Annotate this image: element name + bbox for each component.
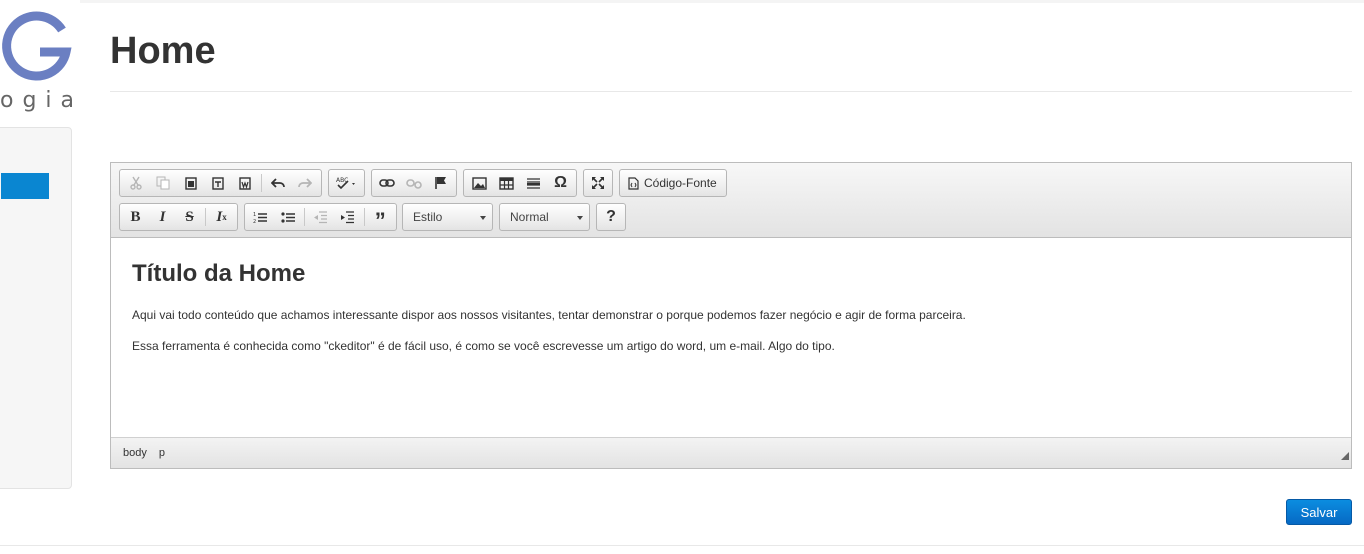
path-item-p[interactable]: p — [159, 447, 165, 459]
basic-styles-group: B I S Ix — [119, 203, 238, 231]
image-icon[interactable] — [466, 171, 493, 195]
paste-word-icon[interactable] — [232, 171, 259, 195]
help-group: ? — [596, 203, 626, 231]
horizontal-line-icon[interactable] — [520, 171, 547, 195]
anchor-flag-icon[interactable] — [427, 171, 454, 195]
redo-icon[interactable] — [292, 171, 319, 195]
source-button[interactable]: Código-Fonte — [622, 176, 723, 190]
page-title: Home — [110, 30, 216, 72]
logo-subtext: ogia — [0, 88, 80, 113]
unlink-icon[interactable] — [401, 171, 428, 195]
format-combo[interactable]: Normal — [499, 203, 590, 231]
source-group: Código-Fonte — [619, 169, 727, 197]
blockquote-icon[interactable]: ” — [367, 205, 394, 233]
toolbar-separator — [261, 174, 263, 192]
special-char-icon[interactable]: Ω — [547, 171, 574, 195]
sidebar-active-item[interactable] — [1, 173, 49, 199]
remove-format-icon[interactable]: Ix — [208, 205, 235, 229]
toolbar-separator — [363, 208, 365, 226]
chevron-down-icon — [577, 216, 583, 220]
svg-text:1: 1 — [253, 212, 256, 218]
help-icon[interactable]: ? — [599, 205, 623, 229]
toolbar-separator — [205, 208, 207, 226]
link-icon[interactable] — [374, 171, 401, 195]
paste-text-icon[interactable] — [204, 171, 231, 195]
clipboard-group — [119, 169, 322, 197]
editor-toolbar: ABC Ω Código-Fonte B I S I x 1 2 ” Estil… — [111, 163, 1351, 238]
rich-text-editor: ABC Ω Código-Fonte B I S I x 1 2 ” Estil… — [110, 162, 1352, 469]
toolbar-separator — [303, 208, 305, 226]
logo-g-mark — [2, 11, 72, 81]
editor-content[interactable]: Título da Home Aqui vai todo conteúdo qu… — [111, 238, 1351, 438]
bold-icon[interactable]: B — [122, 205, 149, 229]
numbered-list-icon[interactable]: 12 — [247, 205, 274, 229]
indent-icon[interactable] — [334, 205, 361, 229]
link-group — [371, 169, 457, 197]
source-label: Código-Fonte — [644, 176, 717, 190]
undo-icon[interactable] — [264, 171, 291, 195]
title-divider — [110, 91, 1352, 92]
content-paragraph: Essa ferramenta é conhecida como "ckedit… — [132, 339, 835, 353]
svg-text:2: 2 — [253, 219, 256, 224]
spellcheck-group: ABC — [328, 169, 365, 197]
list-indent-group: 12 ” — [244, 203, 397, 233]
style-combo-label: Estilo — [413, 210, 443, 224]
table-icon[interactable] — [493, 171, 520, 195]
paste-icon[interactable] — [177, 171, 204, 195]
logo: ogia — [0, 0, 80, 115]
outdent-icon[interactable] — [307, 205, 334, 229]
content-heading: Título da Home — [132, 260, 306, 287]
chevron-down-icon — [480, 216, 486, 220]
maximize-group — [583, 169, 613, 197]
footer-divider — [0, 545, 1364, 546]
path-item-body[interactable]: body — [123, 447, 147, 459]
italic-icon[interactable]: I — [149, 205, 176, 229]
sidebar — [0, 127, 72, 489]
cut-icon[interactable] — [122, 171, 149, 195]
save-button[interactable]: Salvar — [1286, 499, 1352, 525]
resize-handle-icon[interactable] — [1341, 452, 1349, 460]
editor-elements-path: body p — [111, 437, 1351, 468]
spellcheck-icon[interactable]: ABC — [331, 171, 362, 195]
top-rule — [80, 0, 1364, 3]
copy-icon[interactable] — [149, 171, 176, 195]
format-combo-label: Normal — [510, 210, 549, 224]
content-paragraph: Aqui vai todo conteúdo que achamos inter… — [132, 308, 966, 322]
style-combo[interactable]: Estilo — [402, 203, 493, 231]
strike-icon[interactable]: S — [176, 205, 203, 229]
insert-group: Ω — [463, 169, 577, 197]
maximize-icon[interactable] — [586, 171, 610, 195]
bulleted-list-icon[interactable] — [274, 205, 301, 229]
